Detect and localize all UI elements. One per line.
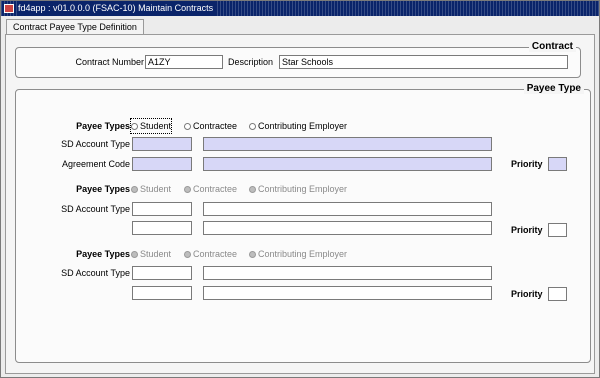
radio-contractee-3[interactable]: Contractee	[184, 247, 237, 261]
tab-contract-payee-type-definition[interactable]: Contract Payee Type Definition	[6, 19, 144, 35]
radio-contributing-employer-3[interactable]: Contributing Employer	[249, 247, 347, 261]
sd-account-type-label-2: SD Account Type	[61, 204, 130, 214]
radio-button-icon	[184, 123, 191, 130]
radio-button-icon	[131, 123, 138, 130]
radio-button-icon	[249, 186, 256, 193]
radio-contractee-2[interactable]: Contractee	[184, 182, 237, 196]
agreement-code-label: Agreement Code	[61, 159, 130, 169]
sd-account-type-code-2[interactable]	[132, 202, 192, 216]
app-icon	[4, 4, 14, 13]
second-desc-field-2[interactable]	[203, 221, 492, 235]
radio-contributing-employer-2[interactable]: Contributing Employer	[249, 182, 347, 196]
contract-number-field[interactable]: A1ZY	[145, 55, 223, 69]
sd-account-type-label-1: SD Account Type	[61, 139, 130, 149]
radio-button-icon	[249, 251, 256, 258]
payee-types-label-2: Payee Types	[76, 184, 130, 194]
window-title: fd4app : v01.0.0.0 (FSAC-10) Maintain Co…	[18, 1, 218, 16]
radio-button-icon	[184, 251, 191, 258]
description-field[interactable]: Star Schools	[279, 55, 568, 69]
radio-button-icon	[184, 186, 191, 193]
second-code-field-3[interactable]	[132, 286, 192, 300]
priority-label-3: Priority	[511, 289, 543, 299]
priority-label-2: Priority	[511, 225, 543, 235]
contract-group-title: Contract	[528, 41, 576, 52]
contract-group: Contract Contract Number A1ZY Descriptio…	[15, 41, 581, 78]
sd-account-type-label-3: SD Account Type	[61, 268, 130, 278]
payee-type-group: Payee Type Payee Types Student Contracte…	[15, 83, 591, 363]
priority-field-1[interactable]	[548, 157, 567, 171]
tab-panel: Contract Contract Number A1ZY Descriptio…	[5, 34, 595, 374]
title-bar[interactable]: fd4app : v01.0.0.0 (FSAC-10) Maintain Co…	[1, 1, 599, 16]
application-window: fd4app : v01.0.0.0 (FSAC-10) Maintain Co…	[0, 0, 600, 378]
agreement-code-field[interactable]	[132, 157, 192, 171]
priority-label-1: Priority	[511, 159, 543, 169]
sd-account-type-code-3[interactable]	[132, 266, 192, 280]
payee-types-label-1: Payee Types	[76, 121, 130, 131]
payee-type-group-title: Payee Type	[523, 83, 584, 94]
sd-account-type-desc-3[interactable]	[203, 266, 492, 280]
second-code-field-2[interactable]	[132, 221, 192, 235]
agreement-code-desc[interactable]	[203, 157, 492, 171]
description-label: Description	[228, 57, 274, 67]
radio-contractee-1[interactable]: Contractee	[184, 119, 237, 133]
radio-button-icon	[131, 251, 138, 258]
priority-field-2[interactable]	[548, 223, 567, 237]
sd-account-type-desc-1[interactable]	[203, 137, 492, 151]
contract-number-label: Contract Number	[75, 57, 144, 67]
second-desc-field-3[interactable]	[203, 286, 492, 300]
radio-student-2[interactable]: Student	[131, 182, 171, 196]
radio-student-3[interactable]: Student	[131, 247, 171, 261]
radio-button-icon	[131, 186, 138, 193]
payee-types-label-3: Payee Types	[76, 249, 130, 259]
priority-field-3[interactable]	[548, 287, 567, 301]
sd-account-type-code-1[interactable]	[132, 137, 192, 151]
radio-button-icon	[249, 123, 256, 130]
sd-account-type-desc-2[interactable]	[203, 202, 492, 216]
radio-contributing-employer-1[interactable]: Contributing Employer	[249, 119, 347, 133]
radio-student-1[interactable]: Student	[129, 118, 173, 134]
